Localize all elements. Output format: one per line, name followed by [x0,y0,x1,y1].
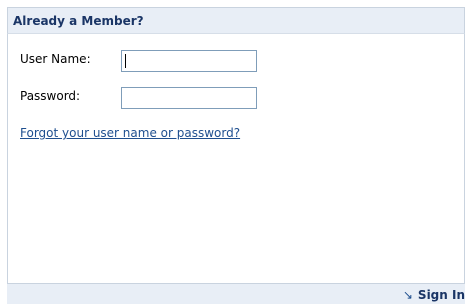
login-panel: Already a Member? User Name: Password: F… [7,7,465,304]
sign-in-button[interactable]: ↘ Sign In [403,286,465,304]
sign-in-label: Sign In [417,288,465,302]
panel-title: Already a Member? [13,14,144,28]
text-caret [125,54,126,68]
forgot-credentials-link[interactable]: Forgot your user name or password? [20,126,240,140]
password-label: Password: [20,89,81,103]
arrow-down-right-icon: ↘ [402,288,413,302]
username-label: User Name: [20,52,91,66]
panel-header: Already a Member? [7,7,465,34]
username-input[interactable] [121,50,257,72]
password-input[interactable] [121,87,257,109]
panel-footer: ↘ Sign In [7,283,465,304]
